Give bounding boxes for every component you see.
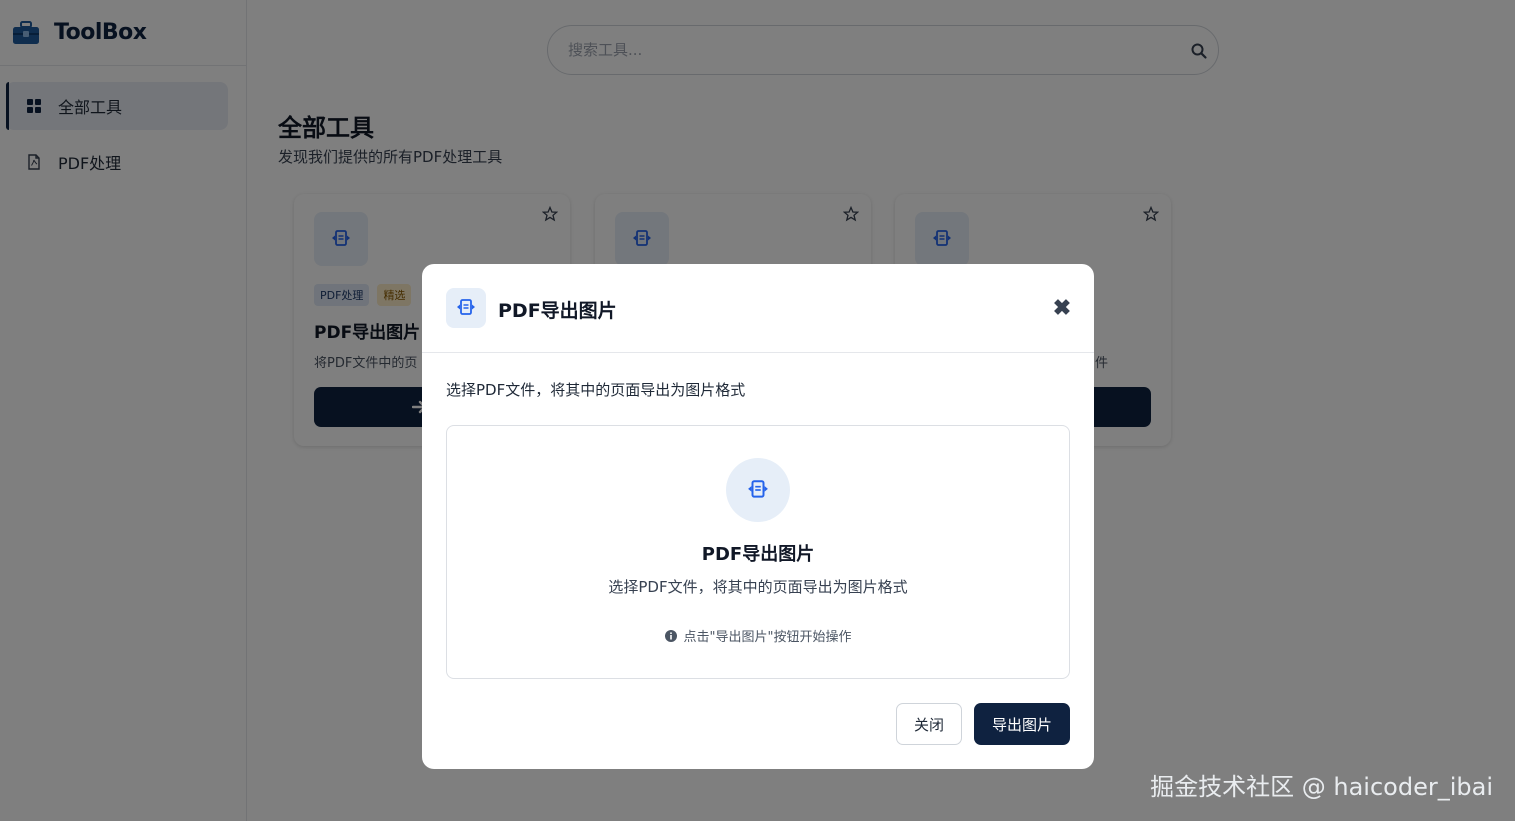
dialog-header: PDF导出图片 ✖ bbox=[422, 264, 1094, 353]
close-button[interactable]: 关闭 bbox=[896, 703, 962, 745]
info-icon bbox=[664, 629, 677, 642]
dialog-title: PDF导出图片 bbox=[498, 300, 617, 322]
tool-info-panel: PDF导出图片 选择PDF文件，将其中的页面导出为图片格式 点击"导出图片"按钮… bbox=[446, 425, 1070, 679]
export-images-button[interactable]: 导出图片 bbox=[974, 703, 1070, 745]
panel-icon bbox=[726, 458, 790, 522]
panel-hint-text: 点击"导出图片"按钮开始操作 bbox=[683, 630, 852, 645]
watermark: 掘金技术社区 @ haicoder_ibai bbox=[1150, 773, 1493, 801]
dialog-icon bbox=[446, 288, 486, 328]
panel-title: PDF导出图片 bbox=[701, 544, 815, 565]
panel-hint: 点击"导出图片"按钮开始操作 bbox=[447, 626, 1069, 645]
export-dialog: PDF导出图片 ✖ 选择PDF文件，将其中的页面导出为图片格式 PDF导出图片 … bbox=[422, 264, 1094, 769]
dialog-description: 选择PDF文件，将其中的页面导出为图片格式 bbox=[446, 381, 746, 399]
file-export-icon bbox=[457, 299, 475, 315]
close-icon[interactable]: ✖ bbox=[1052, 297, 1072, 319]
file-export-icon bbox=[748, 480, 768, 498]
panel-description: 选择PDF文件，将其中的页面导出为图片格式 bbox=[608, 578, 908, 596]
